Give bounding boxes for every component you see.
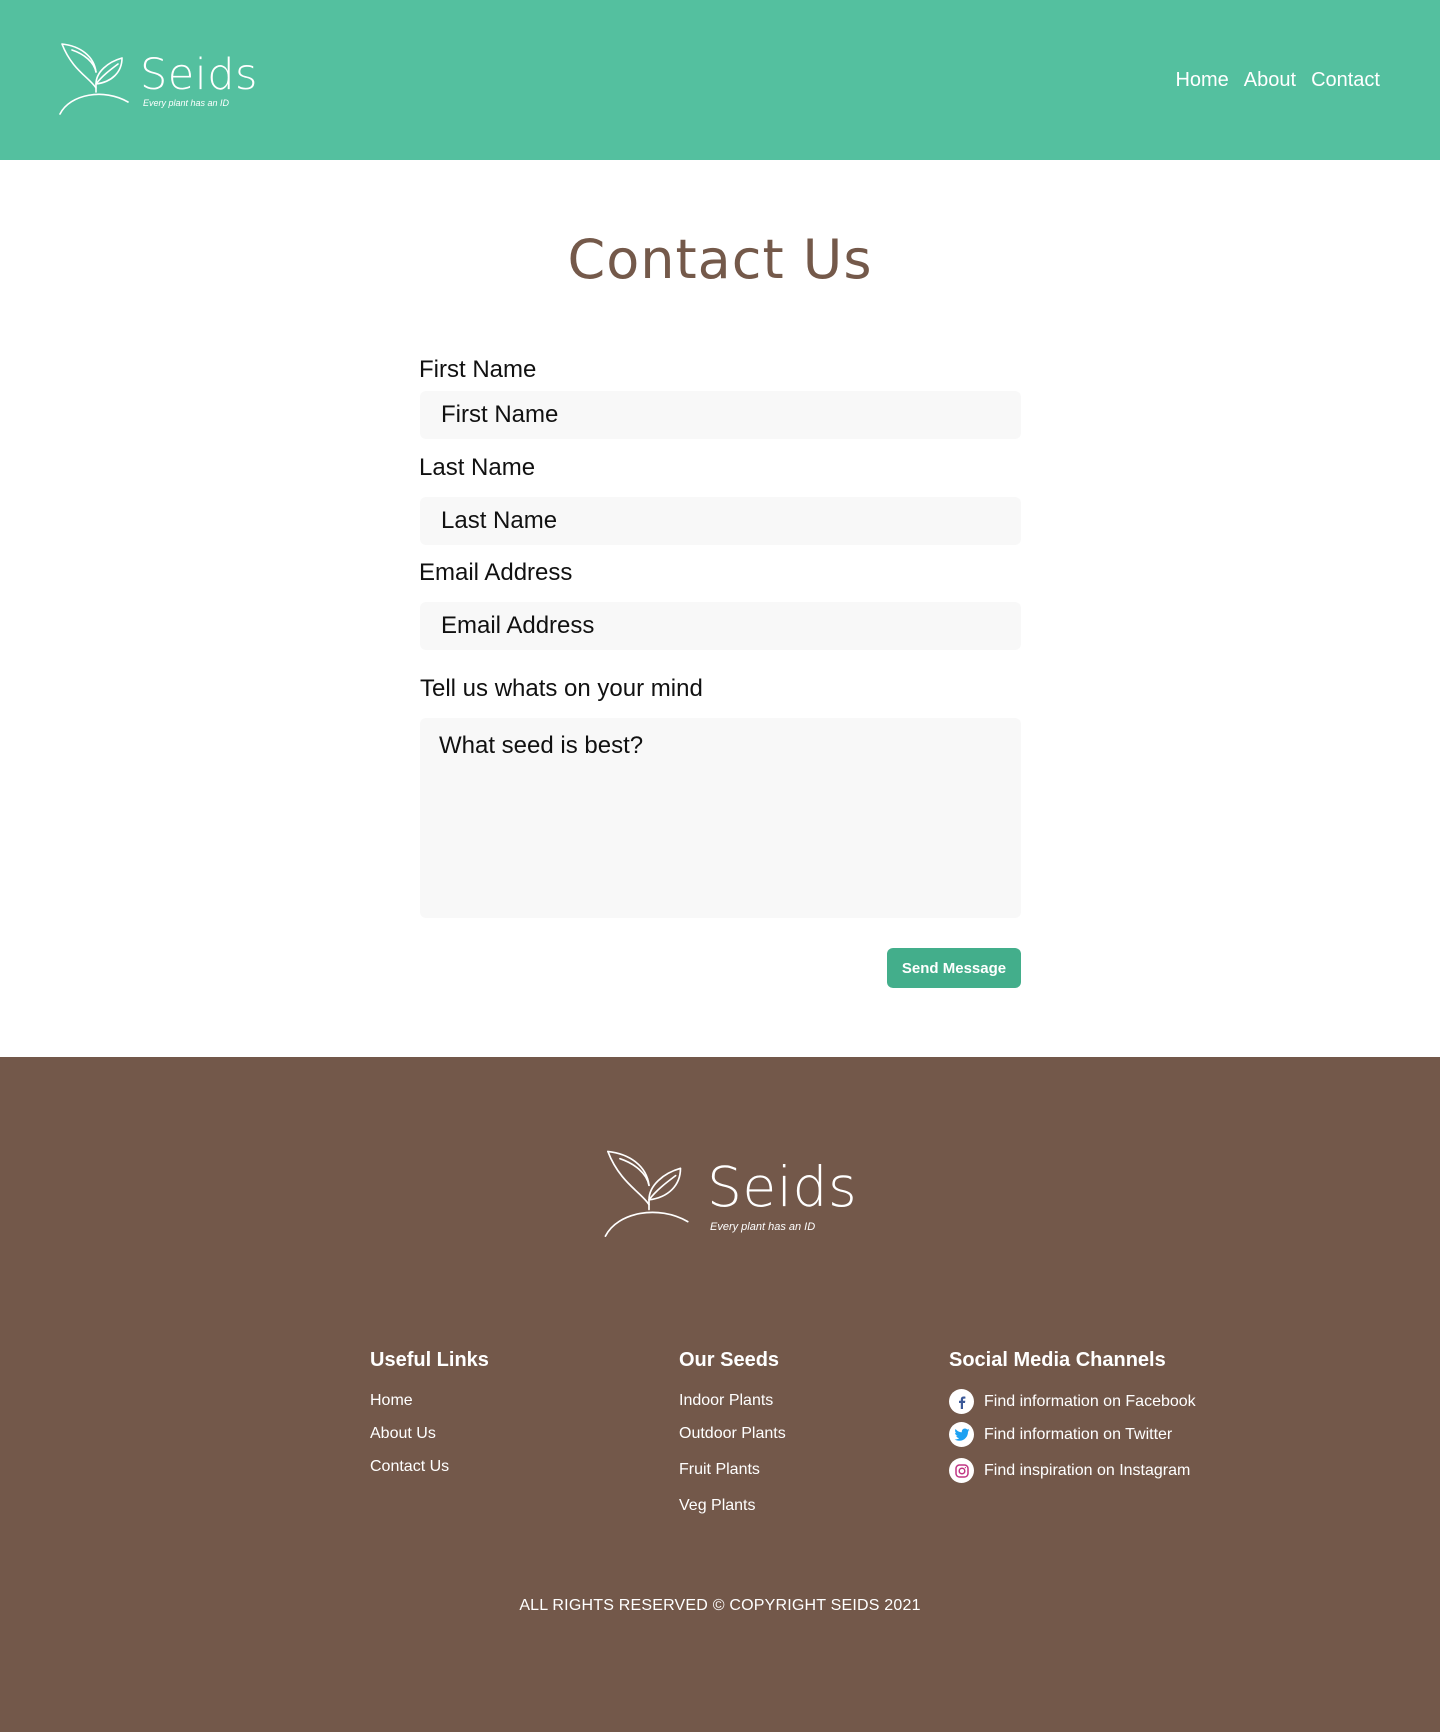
first-name-input[interactable] bbox=[420, 391, 1021, 439]
first-name-label: First Name bbox=[419, 356, 537, 383]
footer-link-about-us[interactable]: About Us bbox=[370, 1424, 436, 1444]
site-footer: Seids Every plant has an ID Useful Links… bbox=[0, 1057, 1440, 1732]
footer-tagline: Every plant has an ID bbox=[710, 1221, 816, 1233]
header-tagline: Every plant has an ID bbox=[143, 98, 230, 108]
instagram-icon bbox=[949, 1458, 974, 1483]
email-input[interactable] bbox=[420, 602, 1021, 650]
twitter-icon bbox=[949, 1422, 974, 1447]
footer-brand-name: Seids bbox=[707, 1155, 858, 1219]
last-name-input[interactable] bbox=[420, 497, 1021, 545]
page-title: Contact Us bbox=[567, 228, 873, 291]
useful-links-heading: Useful Links bbox=[370, 1349, 489, 1371]
seedling-logo-icon bbox=[604, 1150, 689, 1238]
message-label: Tell us whats on your mind bbox=[420, 675, 703, 702]
footer-link-fruit-plants[interactable]: Fruit Plants bbox=[679, 1460, 760, 1480]
send-message-button[interactable]: Send Message bbox=[887, 948, 1021, 988]
social-media-heading: Social Media Channels bbox=[949, 1349, 1166, 1371]
copyright-text: ALL RIGHTS RESERVED © COPYRIGHT SEIDS 20… bbox=[519, 1597, 921, 1614]
social-text-facebook: Find information on Facebook bbox=[984, 1392, 1196, 1410]
last-name-label: Last Name bbox=[419, 454, 536, 481]
social-item-twitter[interactable]: Find information on Twitter bbox=[949, 1422, 1172, 1447]
footer-link-veg-plants[interactable]: Veg Plants bbox=[679, 1496, 756, 1516]
footer-link-home[interactable]: Home bbox=[370, 1391, 413, 1411]
site-header: Seids Every plant has an ID Home About C… bbox=[0, 0, 1440, 160]
social-item-instagram[interactable]: Find inspiration on Instagram bbox=[949, 1458, 1190, 1483]
social-item-facebook[interactable]: Find information on Facebook bbox=[949, 1389, 1196, 1414]
our-seeds-heading: Our Seeds bbox=[679, 1349, 780, 1371]
nav-link-contact[interactable]: Contact bbox=[1311, 66, 1380, 94]
nav-link-home[interactable]: Home bbox=[1175, 66, 1228, 94]
footer-link-indoor-plants[interactable]: Indoor Plants bbox=[679, 1391, 773, 1411]
nav-link-about[interactable]: About bbox=[1244, 66, 1296, 94]
social-text-twitter: Find information on Twitter bbox=[984, 1425, 1173, 1443]
message-textarea[interactable] bbox=[420, 718, 1021, 918]
seedling-logo-icon bbox=[59, 43, 129, 115]
header-brand-name: Seids bbox=[140, 50, 258, 100]
footer-link-outdoor-plants[interactable]: Outdoor Plants bbox=[679, 1424, 786, 1444]
footer-link-contact-us[interactable]: Contact Us bbox=[370, 1457, 449, 1477]
header-logo[interactable]: Seids Every plant has an ID bbox=[58, 42, 258, 120]
facebook-icon bbox=[949, 1389, 974, 1414]
social-text-instagram: Find inspiration on Instagram bbox=[984, 1461, 1191, 1479]
footer-logo[interactable]: Seids Every plant has an ID bbox=[602, 1149, 862, 1241]
email-label: Email Address bbox=[419, 559, 573, 586]
main-nav: Home About Contact bbox=[1175, 66, 1380, 94]
